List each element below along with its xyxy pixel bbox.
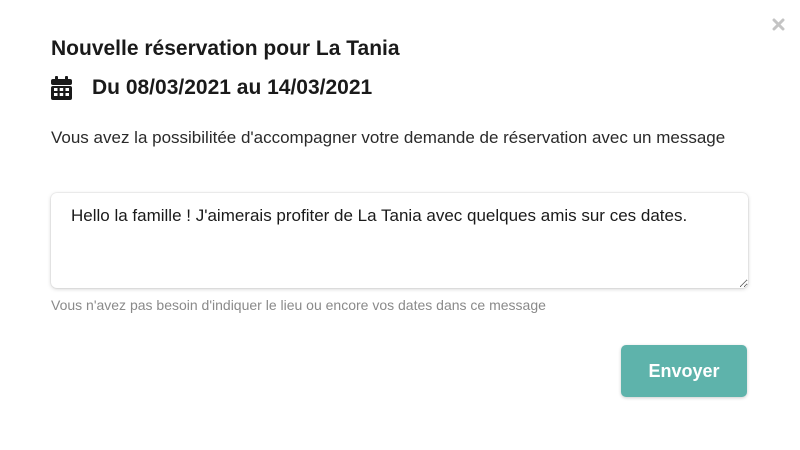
- send-button[interactable]: Envoyer: [621, 345, 747, 397]
- date-range: Du 08/03/2021 au 14/03/2021: [51, 75, 372, 101]
- message-textarea[interactable]: Hello la famille ! J'aimerais profiter d…: [51, 193, 748, 288]
- calendar-icon: [51, 76, 72, 100]
- modal-title: Nouvelle réservation pour La Tania: [51, 37, 400, 60]
- help-text: Vous n'avez pas besoin d'indiquer le lie…: [51, 297, 546, 313]
- reservation-modal: Nouvelle réservation pour La Tania Du 08…: [0, 0, 800, 450]
- intro-text: Vous avez la possibilitée d'accompagner …: [51, 128, 726, 147]
- close-button[interactable]: [768, 14, 788, 34]
- message-field-wrapper: Hello la famille ! J'aimerais profiter d…: [51, 193, 748, 288]
- date-range-text: Du 08/03/2021 au 14/03/2021: [92, 76, 373, 99]
- close-icon: [772, 18, 784, 30]
